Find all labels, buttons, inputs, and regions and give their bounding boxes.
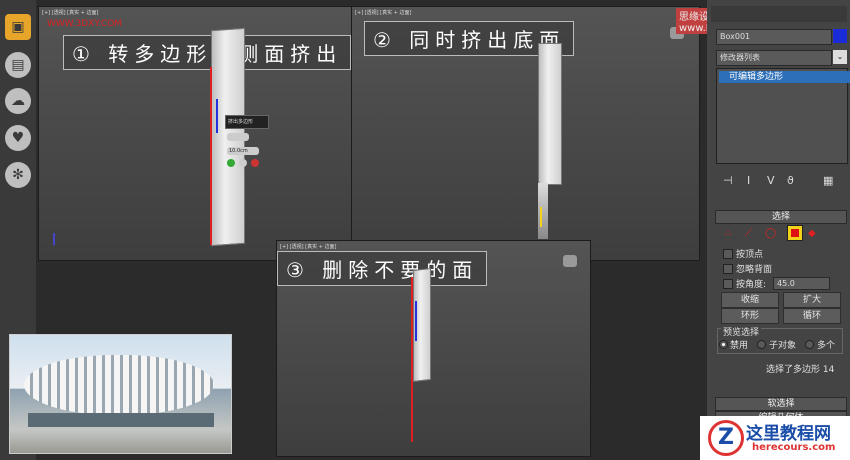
stadium-glass — [28, 413, 214, 427]
watermark-3dxy: WWW.3DXY.COM — [47, 19, 123, 29]
final-edge — [411, 277, 413, 442]
chevron-down-icon[interactable]: ⌄ — [833, 50, 847, 64]
ignore-backfacing-label: 忽略背面 — [736, 265, 773, 275]
soft-selection-rollout[interactable]: 软选择 — [715, 397, 847, 411]
gizmo-z-axis[interactable] — [216, 99, 218, 133]
vertex-mode-icon[interactable]: ∴ — [725, 228, 731, 239]
viewport-label[interactable]: [+] [透视] [真实 + 边面] — [280, 243, 336, 250]
grow-button[interactable]: 扩大 — [783, 292, 841, 308]
multi-label: 多个 — [817, 341, 836, 351]
caddy-cancel-icon[interactable] — [251, 159, 259, 167]
select-rollout-header[interactable]: 选择 — [715, 210, 847, 224]
object-name-field[interactable]: Box001 — [716, 29, 832, 45]
make-unique-icon[interactable]: V — [767, 174, 775, 187]
gear-icon[interactable]: ✻ — [5, 162, 31, 188]
viewport-top-right[interactable]: [+] [透视] [真实 + 边面] ② 同时挤出底面 — [351, 6, 700, 261]
box-icon[interactable]: ▣ — [5, 14, 31, 40]
modifier-stack-item[interactable]: 可编辑多边形 — [719, 71, 850, 83]
extruded-panel[interactable] — [538, 43, 562, 185]
caddy-title: 挤出多边形 — [225, 115, 269, 129]
selection-status: 选择了多边形 14 — [766, 365, 835, 375]
by-vertex-checkbox[interactable] — [723, 249, 733, 259]
reference-stadium-image — [9, 334, 232, 454]
multi-radio[interactable] — [805, 340, 814, 349]
viewcube-icon[interactable] — [563, 255, 577, 267]
show-end-result-icon[interactable]: Ⅰ — [747, 174, 750, 187]
site-name: 这里教程网 — [746, 424, 831, 444]
axis-tripod-icon — [53, 233, 55, 245]
angle-input[interactable]: 45.0 — [773, 277, 830, 290]
selected-edge — [210, 67, 212, 245]
heart-icon[interactable]: ♥ — [5, 125, 31, 151]
preview-selection-label: 预览选择 — [721, 325, 762, 338]
viewport-bottom[interactable]: [+] [透视] [真实 + 边面] ③ 删除不要的面 — [276, 240, 591, 457]
modifier-stack[interactable]: 可编辑多边形 — [716, 68, 850, 164]
object-color-swatch[interactable] — [833, 29, 847, 43]
cloud-icon[interactable]: ☁ — [5, 88, 31, 114]
border-mode-icon[interactable]: ◯ — [765, 228, 776, 239]
command-panel: Box001 修改器列表 ⌄ 可编辑多边形 ⊣ Ⅰ V ϑ ▦ 选择 ∴ ⟋ ◯… — [707, 0, 850, 460]
ring-button[interactable]: 环形 — [721, 308, 779, 324]
viewport-top-left[interactable]: [+] [透视] [真实 + 边面] WWW.3DXY.COM ① 转多边形。侧… — [38, 6, 352, 261]
command-tabs[interactable] — [711, 6, 847, 22]
step-1-label: ① 转多边形。侧面挤出 — [63, 35, 351, 70]
sub-object-label: 子对象 — [769, 341, 797, 351]
disabled-label: 禁用 — [730, 341, 749, 351]
gizmo-y-axis[interactable] — [540, 207, 542, 227]
edge-mode-icon[interactable]: ⟋ — [745, 228, 752, 239]
shrink-button[interactable]: 收缩 — [721, 292, 779, 308]
viewport-label[interactable]: [+] [透视] [真实 + 边面] — [355, 9, 411, 16]
step-3-label: ③ 删除不要的面 — [277, 251, 488, 286]
loop-button[interactable]: 循环 — [783, 308, 841, 324]
modifier-list-dropdown[interactable]: 修改器列表 — [716, 50, 832, 66]
element-mode-icon[interactable]: ◆ — [808, 228, 816, 239]
disabled-radio[interactable] — [719, 340, 728, 349]
caddy-type-dropdown[interactable] — [227, 133, 249, 141]
configure-sets-icon[interactable]: ▦ — [823, 174, 833, 187]
caddy-ok-icon[interactable] — [227, 159, 235, 167]
caddy-height-field[interactable]: 10.0cm — [227, 147, 259, 155]
by-vertex-label: 按顶点 — [736, 250, 764, 260]
document-icon[interactable]: ▤ — [5, 52, 31, 78]
sub-object-radio[interactable] — [757, 340, 766, 349]
herecourse-watermark: Z 这里教程网 herecours.com — [700, 416, 850, 460]
pin-stack-icon[interactable]: ⊣ — [723, 174, 733, 187]
site-url: herecours.com — [752, 442, 836, 453]
caddy-apply-icon[interactable] — [239, 159, 247, 167]
polygon-mode-icon[interactable] — [787, 225, 803, 241]
by-angle-label: 按角度: — [736, 280, 767, 290]
stadium-facade — [24, 355, 214, 415]
site-logo-icon: Z — [708, 420, 744, 456]
remove-modifier-icon[interactable]: ϑ — [787, 174, 794, 187]
by-angle-checkbox[interactable] — [723, 279, 733, 289]
ignore-backfacing-checkbox[interactable] — [723, 264, 733, 274]
viewport-label[interactable]: [+] [透视] [真实 + 边面] — [42, 9, 98, 16]
gizmo-z-axis[interactable] — [415, 301, 417, 341]
